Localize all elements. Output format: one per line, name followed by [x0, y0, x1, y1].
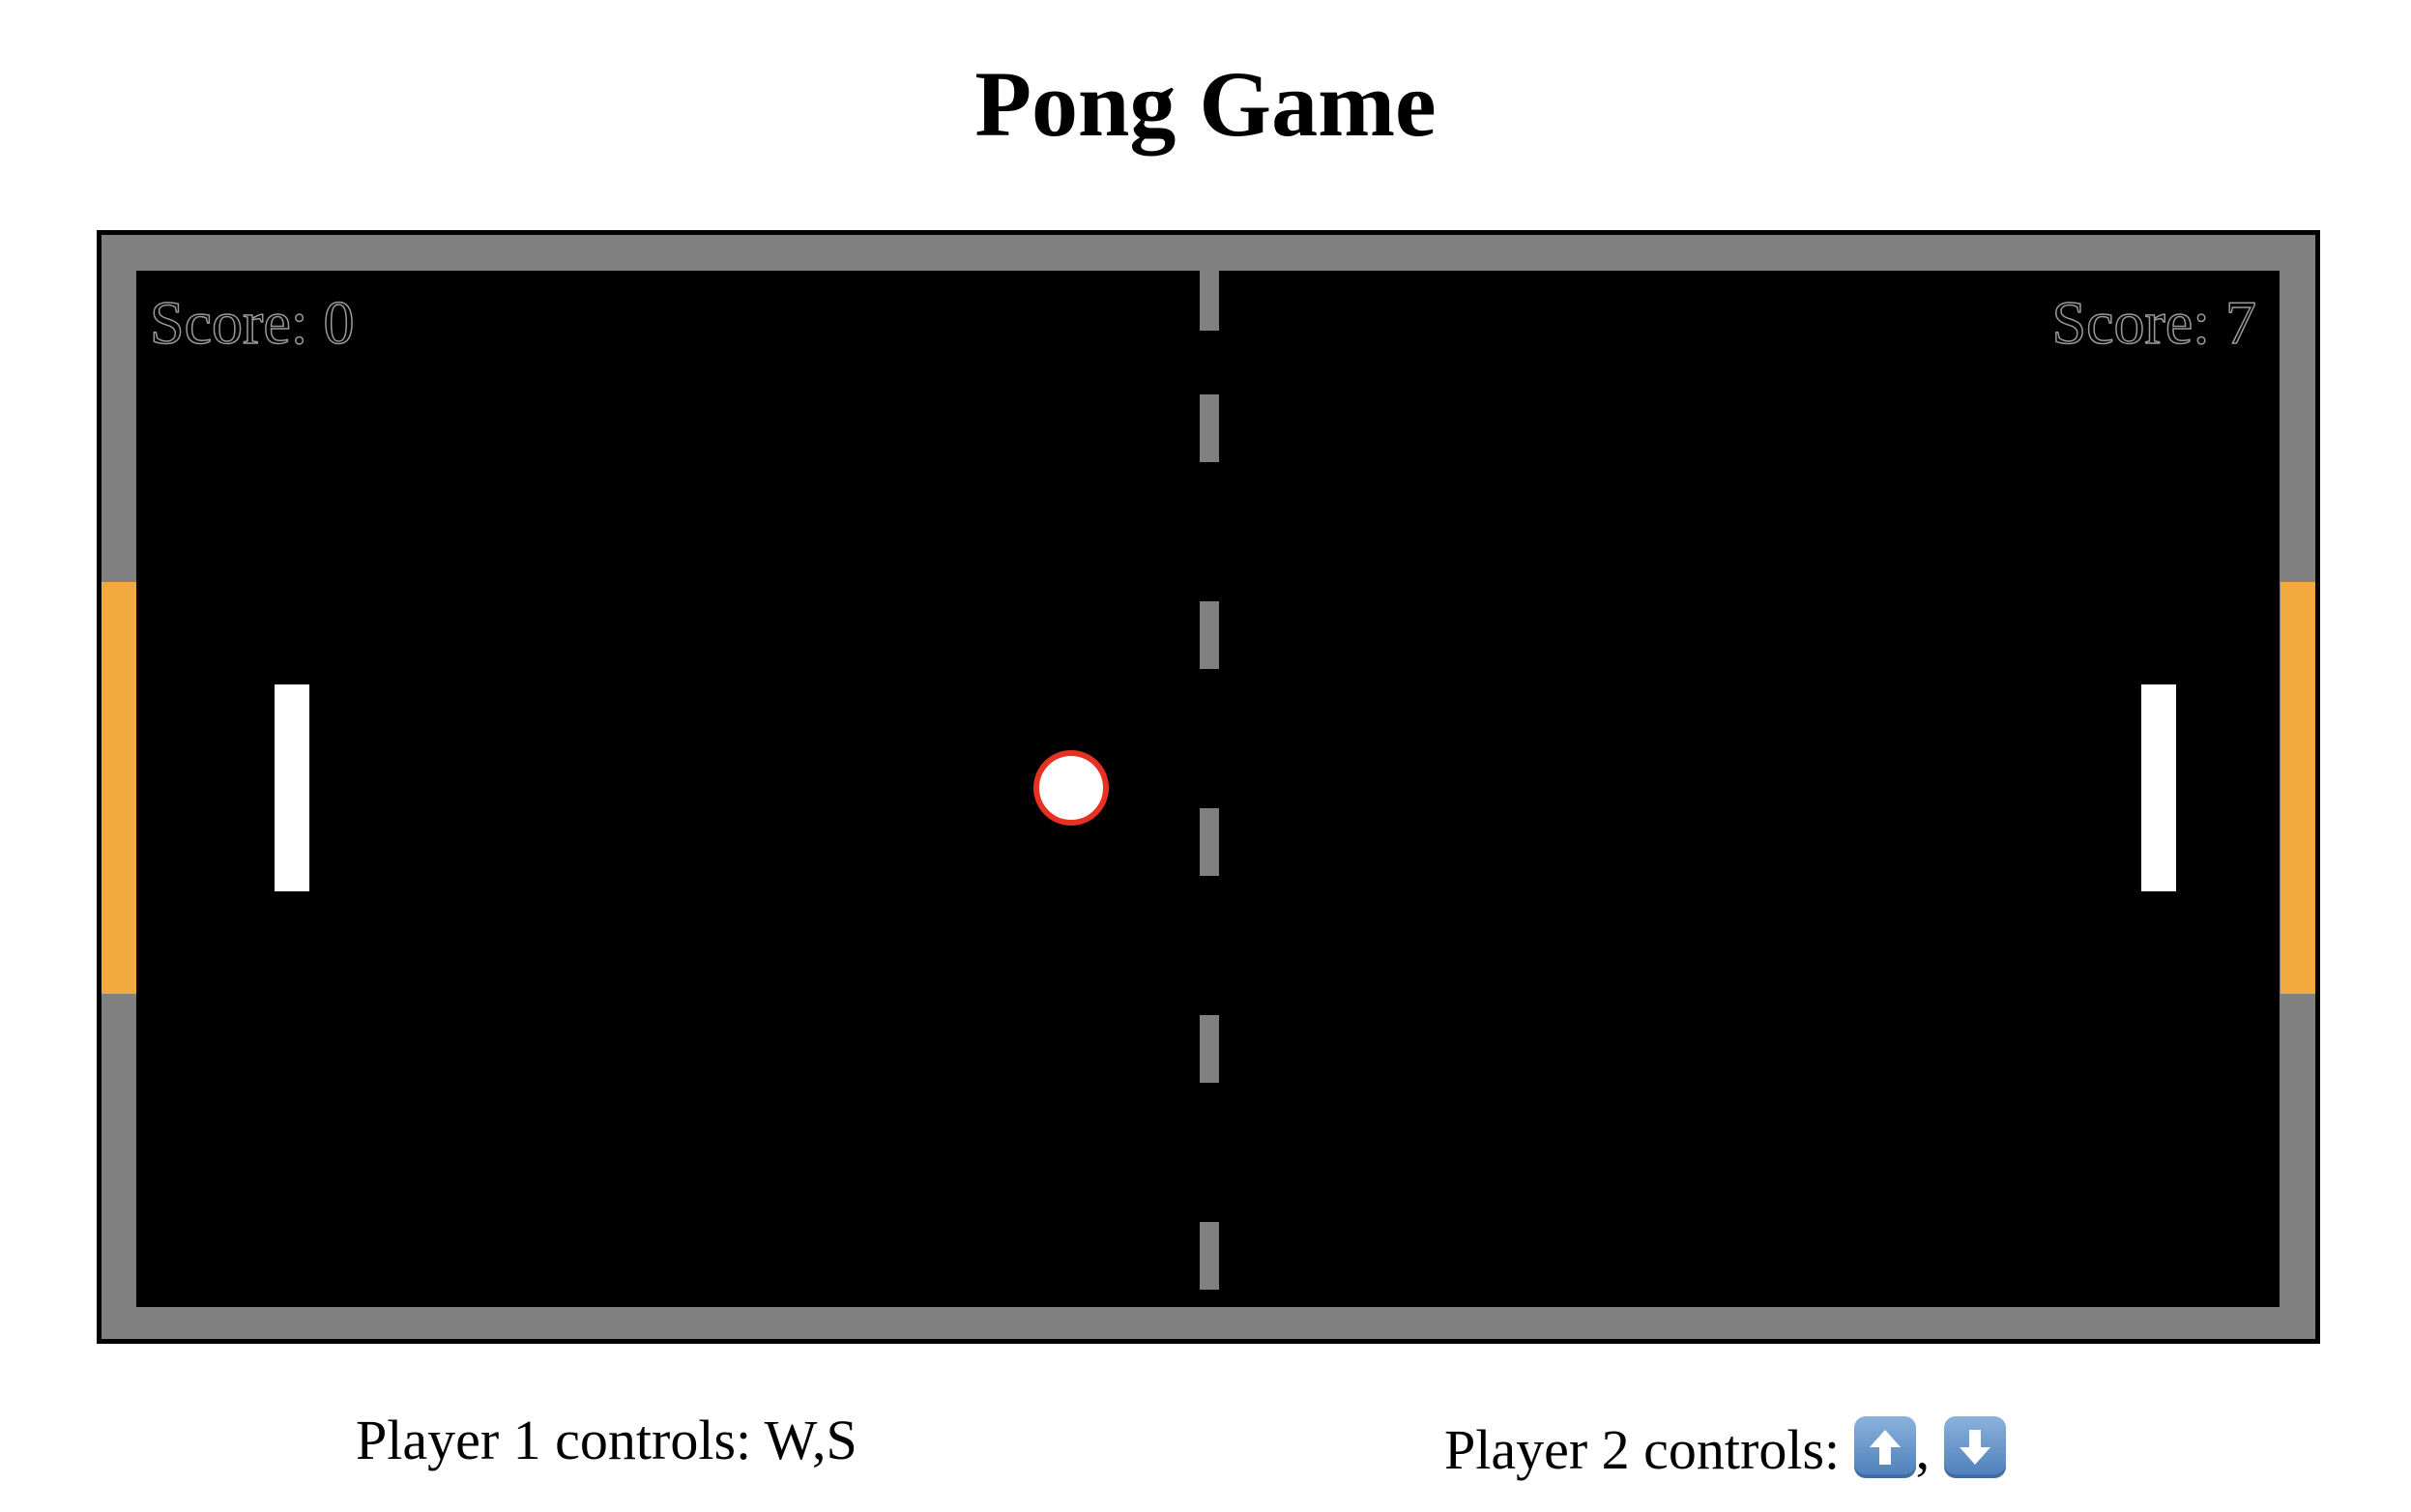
page-title: Pong Game: [974, 52, 1437, 156]
up-arrow-icon: [1853, 1416, 1916, 1478]
player2-controls-label: Player 2 controls:: [1444, 1418, 1854, 1481]
player1-paddle: [275, 684, 309, 891]
player2-score: Score: 7: [2051, 287, 2257, 358]
down-arrow-icon: [1943, 1416, 2006, 1478]
center-line-dash: [1200, 808, 1219, 876]
player2-controls-separator: ,: [1915, 1418, 1931, 1481]
player1-controls-text: Player 1 controls: W,S: [356, 1409, 857, 1471]
center-line-dash: [1200, 271, 1219, 331]
page: Pong Game Score: 0 Score: 7 Player 1 con…: [0, 0, 2411, 1512]
player2-paddle: [2141, 684, 2176, 891]
player2-controls: Player 2 controls: ,: [1444, 1416, 2006, 1484]
center-line-dash: [1200, 394, 1219, 462]
game-court[interactable]: Score: 0 Score: 7: [136, 271, 2280, 1307]
center-line-dash: [1200, 601, 1219, 669]
ball: [1033, 750, 1109, 826]
left-goal-zone: [102, 582, 136, 994]
player1-score: Score: 0: [149, 287, 355, 358]
right-goal-zone: [2280, 582, 2315, 994]
center-line-dash: [1200, 1222, 1219, 1290]
player1-controls: Player 1 controls: W,S: [356, 1407, 857, 1474]
center-line-dash: [1200, 1015, 1219, 1083]
